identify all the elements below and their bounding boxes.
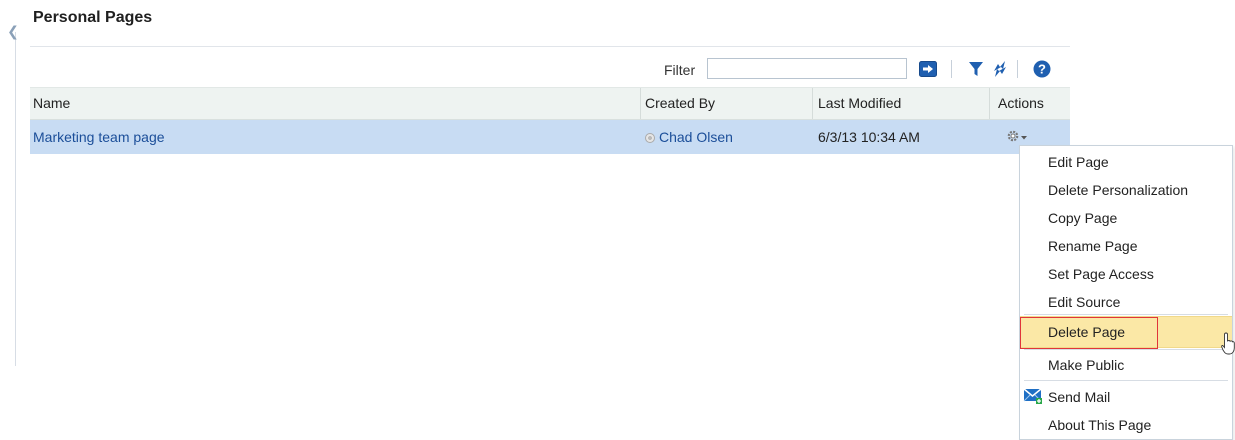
send-mail-icon xyxy=(1023,388,1042,404)
column-divider xyxy=(812,88,813,119)
created-by-cell: Chad Olsen xyxy=(645,129,733,145)
menu-item-edit-page[interactable]: Edit Page xyxy=(1020,148,1232,176)
menu-item-copy-page[interactable]: Copy Page xyxy=(1020,204,1232,232)
menu-item-edit-source[interactable]: Edit Source xyxy=(1020,288,1232,316)
menu-separator xyxy=(1024,314,1228,315)
title-divider xyxy=(30,46,1070,47)
menu-item-rename-page[interactable]: Rename Page xyxy=(1020,232,1232,260)
toolbar-separator xyxy=(1017,60,1018,78)
menu-item-set-page-access[interactable]: Set Page Access xyxy=(1020,260,1232,288)
menu-item-delete-personalization[interactable]: Delete Personalization xyxy=(1020,176,1232,204)
row-actions-button[interactable] xyxy=(1005,128,1033,146)
column-header-actions: Actions xyxy=(998,95,1044,111)
menu-item-make-public[interactable]: Make Public xyxy=(1020,351,1232,379)
created-by-link[interactable]: Chad Olsen xyxy=(659,129,733,145)
toolbar-separator xyxy=(951,60,952,78)
column-divider xyxy=(640,88,641,119)
go-arrow-icon[interactable] xyxy=(918,59,938,79)
filter-funnel-icon[interactable] xyxy=(966,59,986,79)
last-modified-cell: 6/3/13 10:34 AM xyxy=(818,129,920,145)
left-divider xyxy=(15,32,16,366)
personal-pages-panel: ❮ Personal Pages Filter ? Name Created B… xyxy=(0,0,1235,440)
page-name-link[interactable]: Marketing team page xyxy=(33,129,165,145)
menu-separator xyxy=(1024,349,1228,350)
table-header: Name Created By Last Modified Actions xyxy=(30,87,1070,120)
table-row[interactable]: Marketing team page Chad Olsen 6/3/13 10… xyxy=(30,120,1070,154)
menu-separator xyxy=(1024,380,1228,381)
row-actions-menu: Edit Page Delete Personalization Copy Pa… xyxy=(1019,145,1233,440)
refresh-icon[interactable] xyxy=(990,59,1010,79)
menu-item-delete-page[interactable]: Delete Page xyxy=(1020,316,1232,349)
presence-status-icon xyxy=(645,133,655,143)
svg-text:?: ? xyxy=(1038,62,1046,77)
menu-item-send-mail[interactable]: Send Mail xyxy=(1020,383,1232,411)
filter-input[interactable] xyxy=(707,58,907,79)
column-divider xyxy=(989,88,990,119)
menu-item-about-this-page[interactable]: About This Page xyxy=(1020,411,1232,439)
pages-table: Name Created By Last Modified Actions Ma… xyxy=(30,87,1070,154)
column-header-name[interactable]: Name xyxy=(33,95,70,111)
column-header-last-modified[interactable]: Last Modified xyxy=(818,95,901,111)
column-header-created-by[interactable]: Created By xyxy=(645,95,715,111)
filter-label: Filter xyxy=(664,62,696,78)
help-icon[interactable]: ? xyxy=(1032,59,1052,79)
gear-icon xyxy=(1007,130,1027,142)
collapse-left-icon[interactable]: ❮ xyxy=(6,23,20,39)
page-title: Personal Pages xyxy=(33,9,153,26)
